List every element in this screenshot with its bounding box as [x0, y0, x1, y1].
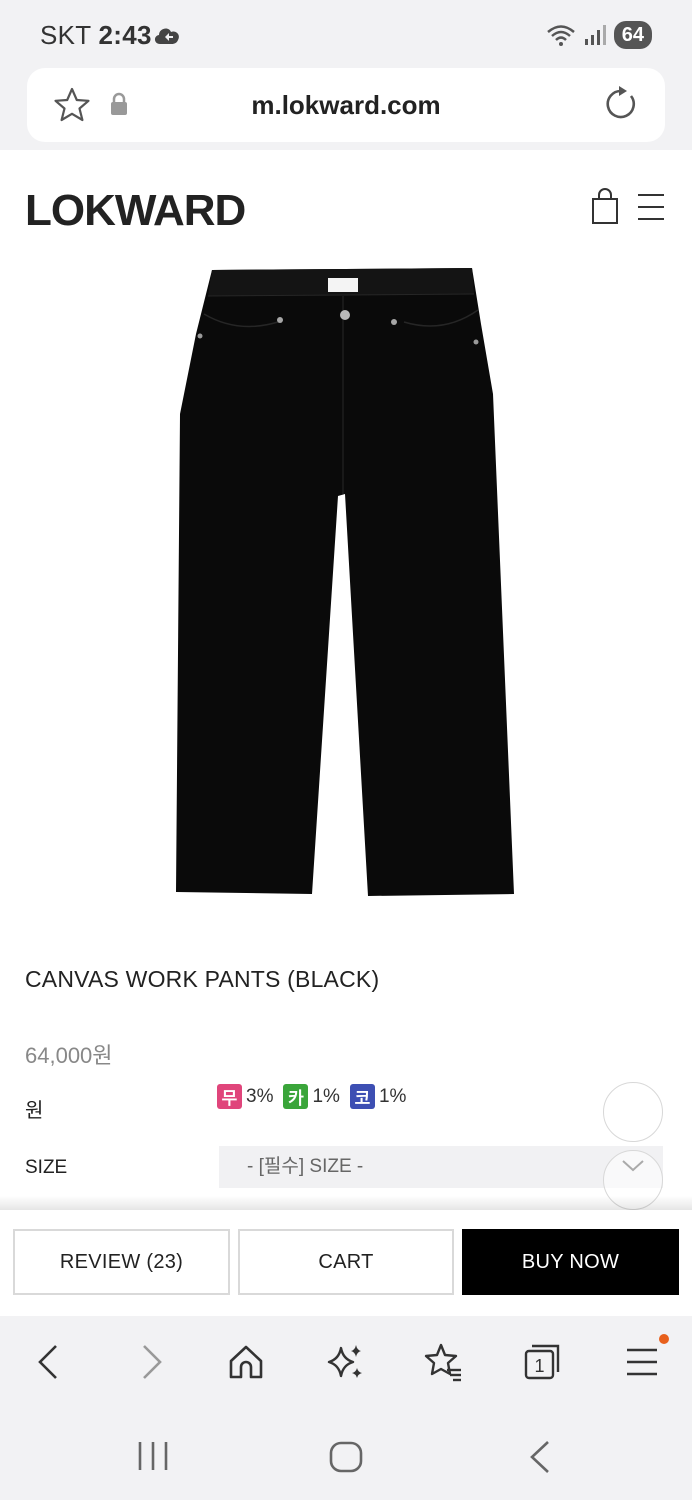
- bookmarks-icon[interactable]: [423, 1342, 463, 1382]
- action-bar: REVIEW (23) CART BUY NOW: [0, 1210, 692, 1316]
- action-bar-shadow: [0, 1196, 692, 1210]
- reward-item: 무 3%: [217, 1084, 273, 1109]
- product-title: CANVAS WORK PANTS (BLACK): [25, 966, 380, 992]
- status-time: SKT 2:43: [40, 20, 152, 51]
- status-bar: SKT 2:43 64: [0, 0, 692, 68]
- forward-icon[interactable]: [130, 1342, 170, 1382]
- scroll-top-button[interactable]: [603, 1082, 663, 1142]
- notification-dot: [659, 1334, 669, 1344]
- tabs-icon[interactable]: 1: [522, 1342, 562, 1382]
- reward-rates: 무 3% 카 1% 코 1%: [217, 1084, 410, 1109]
- buy-now-button[interactable]: BUY NOW: [462, 1229, 679, 1295]
- back-icon[interactable]: [30, 1342, 70, 1382]
- size-label: SIZE: [25, 1157, 68, 1178]
- review-button[interactable]: REVIEW (23): [13, 1229, 230, 1295]
- browser-toolbar: 1: [0, 1316, 692, 1408]
- reward-badge: 무: [217, 1084, 242, 1109]
- reward-badge: 카: [283, 1084, 309, 1109]
- sparkle-icon[interactable]: [325, 1342, 365, 1382]
- chevron-down-icon: [622, 1160, 644, 1172]
- carrier-label: SKT: [40, 20, 91, 50]
- reward-item: 카 1%: [283, 1084, 340, 1109]
- browser-chrome: SKT 2:43 64 m.lokward.com: [0, 0, 692, 150]
- url-text[interactable]: m.lokward.com: [27, 90, 665, 121]
- signal-icon: [584, 25, 606, 45]
- product-price: 64,000원: [25, 1043, 113, 1068]
- reward-rate: 1%: [378, 1085, 407, 1107]
- menu-icon[interactable]: [622, 1342, 662, 1382]
- reward-item: 코 1%: [349, 1084, 407, 1109]
- back-nav-icon[interactable]: [526, 1440, 554, 1474]
- tabs-count: 1: [534, 1356, 544, 1376]
- currency-label: 원: [25, 1100, 44, 1122]
- hamburger-menu-icon[interactable]: [636, 192, 666, 222]
- home-icon[interactable]: [226, 1342, 266, 1382]
- reward-rate: 3%: [246, 1085, 274, 1107]
- site-logo[interactable]: LOKWARD: [25, 186, 246, 236]
- clock: 2:43: [98, 20, 152, 50]
- shopping-bag-icon[interactable]: [590, 188, 620, 226]
- cart-button[interactable]: CART: [238, 1229, 454, 1295]
- reward-badge: 코: [349, 1084, 375, 1109]
- wifi-icon: [546, 25, 575, 46]
- battery-indicator: 64: [613, 21, 652, 49]
- site-header: LOKWARD: [0, 150, 692, 260]
- address-bar[interactable]: m.lokward.com: [27, 68, 665, 142]
- home-nav-icon[interactable]: [328, 1440, 364, 1474]
- android-nav-bar: [0, 1408, 692, 1500]
- reload-icon[interactable]: [603, 86, 639, 124]
- status-icons: 64: [546, 20, 652, 50]
- size-select[interactable]: - [필수] SIZE -: [219, 1146, 663, 1188]
- cloud-sync-icon: [154, 28, 179, 44]
- product-image[interactable]: [168, 264, 518, 904]
- recent-apps-icon[interactable]: [136, 1440, 170, 1472]
- reward-rate: 1%: [312, 1085, 340, 1107]
